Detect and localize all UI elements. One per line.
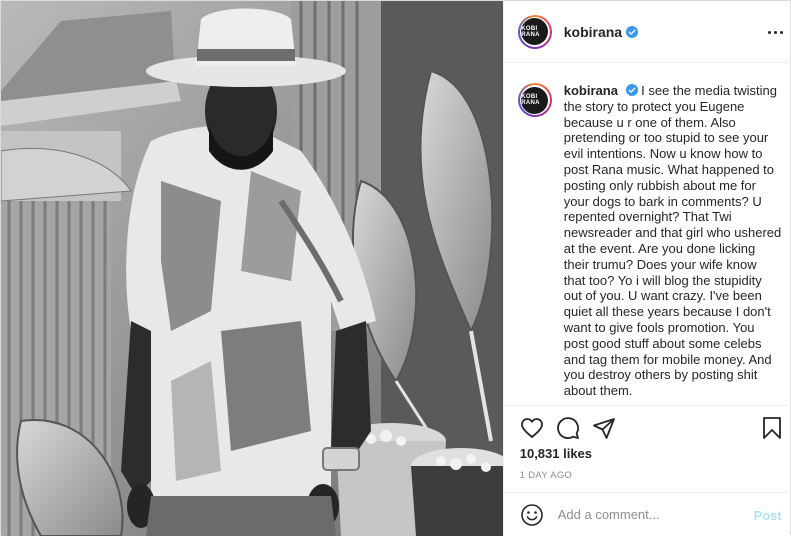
- avatar-text: KOBI RANA: [521, 25, 540, 38]
- post-comment-button[interactable]: Post: [754, 508, 782, 523]
- caption-text: I see the media twisting the story to pr…: [563, 83, 782, 399]
- post-photo[interactable]: [1, 1, 503, 536]
- avatar-image: KOBI RANA: [521, 18, 549, 45]
- likes-count[interactable]: 10,831 likes: [520, 446, 592, 461]
- action-bar: [503, 405, 791, 449]
- post-photo-image: [1, 1, 503, 536]
- avatar-text: KOBI RANA: [521, 94, 540, 106]
- comments-area[interactable]: KOBI RANA kobirana I see the media twist…: [504, 63, 791, 405]
- post-timestamp[interactable]: 1 DAY AGO: [520, 470, 573, 481]
- post-side-panel: KOBI RANA kobirana KOBI RANA kobirana I …: [502, 1, 791, 536]
- add-comment-bar: Post: [503, 492, 791, 536]
- heart-icon[interactable]: [520, 416, 544, 440]
- caption-username[interactable]: kobirana: [564, 83, 618, 98]
- caption-avatar[interactable]: KOBI RANA: [517, 83, 552, 117]
- instagram-post: KOBI RANA kobirana KOBI RANA kobirana I …: [0, 0, 791, 536]
- post-header: KOBI RANA kobirana: [503, 1, 791, 63]
- header-username[interactable]: kobirana: [564, 24, 622, 40]
- bookmark-icon[interactable]: [760, 416, 784, 440]
- verified-badge-icon: [626, 25, 639, 38]
- avatar[interactable]: KOBI RANA: [517, 14, 552, 49]
- verified-badge-icon: [625, 84, 638, 96]
- paper-plane-icon[interactable]: [592, 416, 616, 440]
- smiley-icon[interactable]: [520, 503, 544, 527]
- comment-input[interactable]: [557, 507, 748, 522]
- comment-icon[interactable]: [556, 416, 580, 440]
- post-caption: kobirana I see the media twisting the st…: [564, 83, 782, 405]
- avatar-image: KOBI RANA: [521, 86, 549, 114]
- more-options-icon[interactable]: [764, 23, 788, 41]
